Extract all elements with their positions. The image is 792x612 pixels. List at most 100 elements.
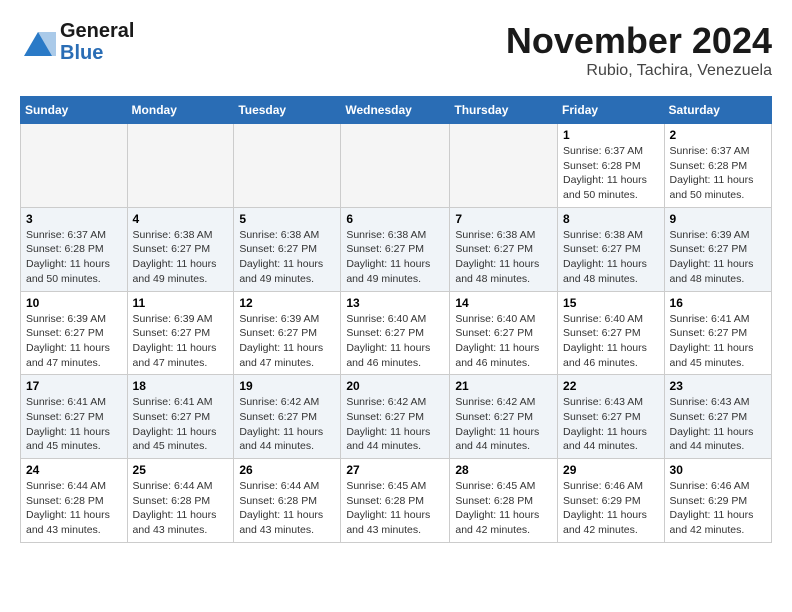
day-number: 6 bbox=[346, 212, 444, 226]
day-number: 13 bbox=[346, 296, 444, 310]
calendar-cell bbox=[341, 124, 450, 208]
title-area: November 2024 Rubio, Tachira, Venezuela bbox=[506, 20, 772, 80]
day-info: Sunrise: 6:40 AM Sunset: 6:27 PM Dayligh… bbox=[346, 312, 444, 371]
calendar-week-row: 17 Sunrise: 6:41 AM Sunset: 6:27 PM Dayli… bbox=[21, 375, 772, 459]
day-number: 29 bbox=[563, 463, 659, 477]
calendar-cell: 30 Sunrise: 6:46 AM Sunset: 6:29 PM Dayli… bbox=[664, 459, 771, 543]
calendar-cell bbox=[450, 124, 558, 208]
calendar-cell: 17 Sunrise: 6:41 AM Sunset: 6:27 PM Dayli… bbox=[21, 375, 128, 459]
day-number: 2 bbox=[670, 128, 766, 142]
day-info: Sunrise: 6:37 AM Sunset: 6:28 PM Dayligh… bbox=[563, 144, 659, 203]
day-info: Sunrise: 6:42 AM Sunset: 6:27 PM Dayligh… bbox=[455, 395, 552, 454]
day-info: Sunrise: 6:39 AM Sunset: 6:27 PM Dayligh… bbox=[133, 312, 229, 371]
day-info: Sunrise: 6:38 AM Sunset: 6:27 PM Dayligh… bbox=[239, 228, 335, 287]
weekday-header: Thursday bbox=[450, 97, 558, 124]
day-number: 30 bbox=[670, 463, 766, 477]
day-number: 15 bbox=[563, 296, 659, 310]
day-info: Sunrise: 6:38 AM Sunset: 6:27 PM Dayligh… bbox=[133, 228, 229, 287]
weekday-header: Sunday bbox=[21, 97, 128, 124]
day-number: 17 bbox=[26, 379, 122, 393]
day-info: Sunrise: 6:46 AM Sunset: 6:29 PM Dayligh… bbox=[670, 479, 766, 538]
calendar-cell: 21 Sunrise: 6:42 AM Sunset: 6:27 PM Dayli… bbox=[450, 375, 558, 459]
calendar-week-row: 10 Sunrise: 6:39 AM Sunset: 6:27 PM Dayli… bbox=[21, 291, 772, 375]
day-info: Sunrise: 6:41 AM Sunset: 6:27 PM Dayligh… bbox=[670, 312, 766, 371]
logo-line1: General bbox=[60, 20, 134, 42]
day-number: 16 bbox=[670, 296, 766, 310]
day-info: Sunrise: 6:43 AM Sunset: 6:27 PM Dayligh… bbox=[563, 395, 659, 454]
calendar-cell: 4 Sunrise: 6:38 AM Sunset: 6:27 PM Daylig… bbox=[127, 207, 234, 291]
calendar-cell: 5Sunrise: 6:38 AM Sunset: 6:27 PM Daylig… bbox=[234, 207, 341, 291]
day-number: 9 bbox=[670, 212, 766, 226]
day-number: 11 bbox=[133, 296, 229, 310]
day-number: 21 bbox=[455, 379, 552, 393]
day-number: 24 bbox=[26, 463, 122, 477]
day-number: 27 bbox=[346, 463, 444, 477]
calendar-week-row: 24 Sunrise: 6:44 AM Sunset: 6:28 PM Dayli… bbox=[21, 459, 772, 543]
day-number: 23 bbox=[670, 379, 766, 393]
calendar-cell: 26Sunrise: 6:44 AM Sunset: 6:28 PM Dayli… bbox=[234, 459, 341, 543]
day-info: Sunrise: 6:39 AM Sunset: 6:27 PM Dayligh… bbox=[670, 228, 766, 287]
day-info: Sunrise: 6:46 AM Sunset: 6:29 PM Dayligh… bbox=[563, 479, 659, 538]
calendar-cell: 13 Sunrise: 6:40 AM Sunset: 6:27 PM Dayli… bbox=[341, 291, 450, 375]
calendar-cell: 23 Sunrise: 6:43 AM Sunset: 6:27 PM Dayli… bbox=[664, 375, 771, 459]
day-info: Sunrise: 6:38 AM Sunset: 6:27 PM Dayligh… bbox=[455, 228, 552, 287]
day-info: Sunrise: 6:44 AM Sunset: 6:28 PM Dayligh… bbox=[239, 479, 335, 538]
day-info: Sunrise: 6:43 AM Sunset: 6:27 PM Dayligh… bbox=[670, 395, 766, 454]
day-number: 7 bbox=[455, 212, 552, 226]
calendar-cell: 25 Sunrise: 6:44 AM Sunset: 6:28 PM Dayli… bbox=[127, 459, 234, 543]
weekday-header: Friday bbox=[558, 97, 665, 124]
day-number: 14 bbox=[455, 296, 552, 310]
day-number: 28 bbox=[455, 463, 552, 477]
weekday-header: Monday bbox=[127, 97, 234, 124]
day-number: 4 bbox=[133, 212, 229, 226]
calendar-cell: 11 Sunrise: 6:39 AM Sunset: 6:27 PM Dayli… bbox=[127, 291, 234, 375]
weekday-header: Tuesday bbox=[234, 97, 341, 124]
day-info: Sunrise: 6:45 AM Sunset: 6:28 PM Dayligh… bbox=[346, 479, 444, 538]
calendar-table: SundayMondayTuesdayWednesdayThursdayFrid… bbox=[20, 96, 772, 543]
day-number: 3 bbox=[26, 212, 122, 226]
calendar-week-row: 3Sunrise: 6:37 AM Sunset: 6:28 PM Daylig… bbox=[21, 207, 772, 291]
calendar-cell: 16 Sunrise: 6:41 AM Sunset: 6:27 PM Dayli… bbox=[664, 291, 771, 375]
logo: General Blue bbox=[20, 20, 134, 64]
day-number: 12 bbox=[239, 296, 335, 310]
calendar-cell: 19 Sunrise: 6:42 AM Sunset: 6:27 PM Dayli… bbox=[234, 375, 341, 459]
day-info: Sunrise: 6:39 AM Sunset: 6:27 PM Dayligh… bbox=[26, 312, 122, 371]
weekday-header: Wednesday bbox=[341, 97, 450, 124]
day-info: Sunrise: 6:42 AM Sunset: 6:27 PM Dayligh… bbox=[346, 395, 444, 454]
day-info: Sunrise: 6:44 AM Sunset: 6:28 PM Dayligh… bbox=[26, 479, 122, 538]
calendar-cell: 18 Sunrise: 6:41 AM Sunset: 6:27 PM Dayli… bbox=[127, 375, 234, 459]
calendar-cell bbox=[234, 124, 341, 208]
weekday-header-row: SundayMondayTuesdayWednesdayThursdayFrid… bbox=[21, 97, 772, 124]
day-number: 19 bbox=[239, 379, 335, 393]
calendar-cell: 9 Sunrise: 6:39 AM Sunset: 6:27 PM Daylig… bbox=[664, 207, 771, 291]
calendar-cell: 2 Sunrise: 6:37 AM Sunset: 6:28 PM Daylig… bbox=[664, 124, 771, 208]
day-info: Sunrise: 6:38 AM Sunset: 6:27 PM Dayligh… bbox=[346, 228, 444, 287]
day-info: Sunrise: 6:37 AM Sunset: 6:28 PM Dayligh… bbox=[670, 144, 766, 203]
day-info: Sunrise: 6:45 AM Sunset: 6:28 PM Dayligh… bbox=[455, 479, 552, 538]
calendar-cell: 27 Sunrise: 6:45 AM Sunset: 6:28 PM Dayli… bbox=[341, 459, 450, 543]
day-number: 25 bbox=[133, 463, 229, 477]
day-number: 8 bbox=[563, 212, 659, 226]
calendar-cell: 12 Sunrise: 6:39 AM Sunset: 6:27 PM Dayli… bbox=[234, 291, 341, 375]
day-info: Sunrise: 6:42 AM Sunset: 6:27 PM Dayligh… bbox=[239, 395, 335, 454]
calendar-cell: 8Sunrise: 6:38 AM Sunset: 6:27 PM Daylig… bbox=[558, 207, 665, 291]
calendar-cell: 24 Sunrise: 6:44 AM Sunset: 6:28 PM Dayli… bbox=[21, 459, 128, 543]
calendar-cell: 6 Sunrise: 6:38 AM Sunset: 6:27 PM Daylig… bbox=[341, 207, 450, 291]
calendar-cell: 10 Sunrise: 6:39 AM Sunset: 6:27 PM Dayli… bbox=[21, 291, 128, 375]
day-info: Sunrise: 6:39 AM Sunset: 6:27 PM Dayligh… bbox=[239, 312, 335, 371]
day-info: Sunrise: 6:41 AM Sunset: 6:27 PM Dayligh… bbox=[26, 395, 122, 454]
calendar-cell: 22Sunrise: 6:43 AM Sunset: 6:27 PM Dayli… bbox=[558, 375, 665, 459]
header: General Blue November 2024 Rubio, Tachir… bbox=[20, 20, 772, 80]
month-title: November 2024 bbox=[506, 20, 772, 62]
day-info: Sunrise: 6:40 AM Sunset: 6:27 PM Dayligh… bbox=[455, 312, 552, 371]
day-number: 10 bbox=[26, 296, 122, 310]
day-info: Sunrise: 6:41 AM Sunset: 6:27 PM Dayligh… bbox=[133, 395, 229, 454]
day-number: 18 bbox=[133, 379, 229, 393]
day-number: 1 bbox=[563, 128, 659, 142]
weekday-header: Saturday bbox=[664, 97, 771, 124]
location-title: Rubio, Tachira, Venezuela bbox=[506, 62, 772, 80]
day-info: Sunrise: 6:40 AM Sunset: 6:27 PM Dayligh… bbox=[563, 312, 659, 371]
logo-line2: Blue bbox=[60, 42, 134, 64]
day-info: Sunrise: 6:44 AM Sunset: 6:28 PM Dayligh… bbox=[133, 479, 229, 538]
calendar-cell: 7 Sunrise: 6:38 AM Sunset: 6:27 PM Daylig… bbox=[450, 207, 558, 291]
